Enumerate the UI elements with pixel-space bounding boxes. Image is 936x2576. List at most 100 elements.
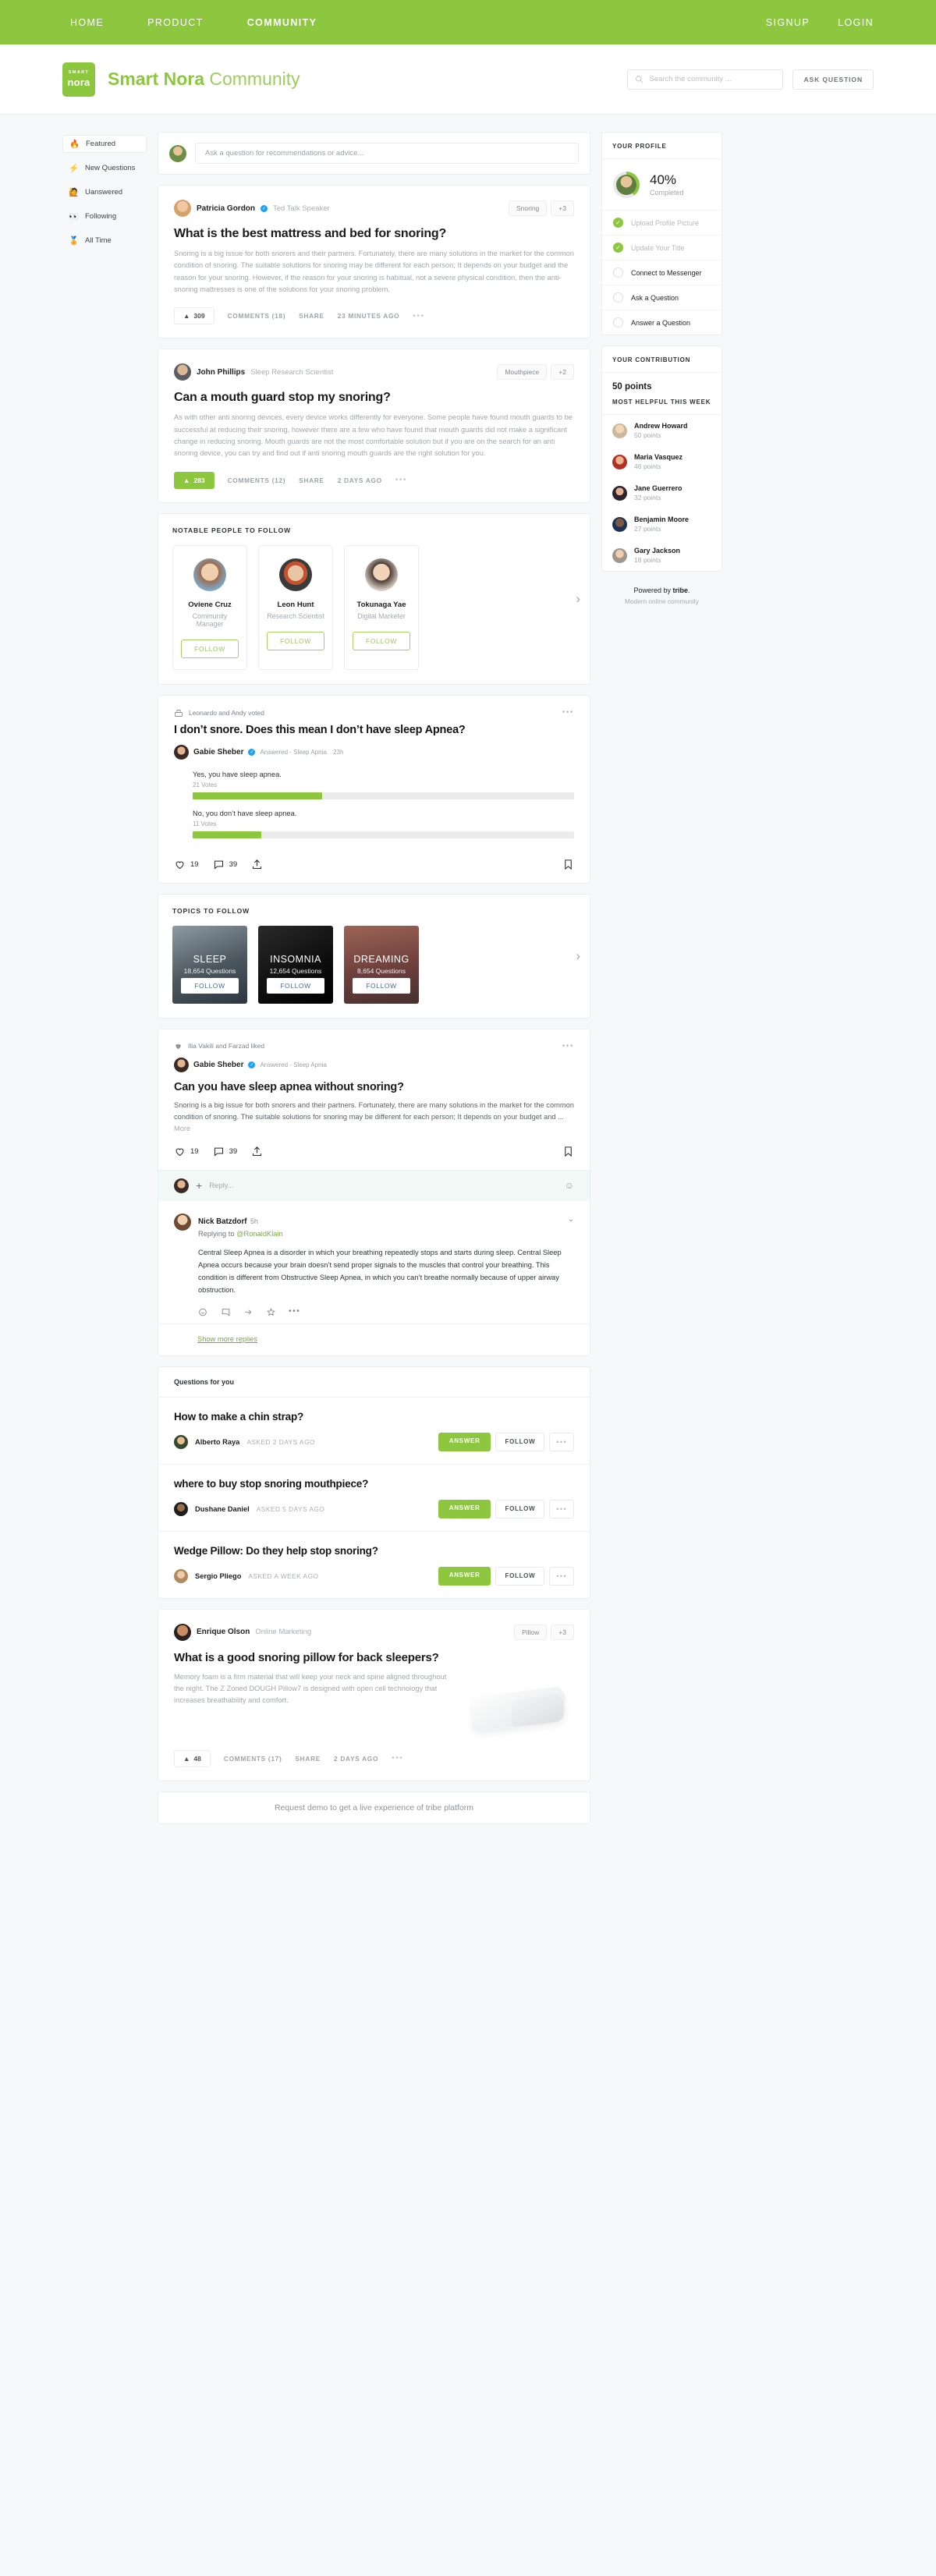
follow-button[interactable]: FOLLOW	[267, 977, 324, 994]
more-options-icon[interactable]: •••	[562, 708, 574, 717]
comments-link[interactable]: COMMENTS (17)	[224, 1755, 282, 1763]
search-input[interactable]: Search the community ...	[627, 69, 784, 90]
profile-task-upload-picture[interactable]: ✓ Upload Profile Picture	[602, 211, 722, 236]
profile-task-connect-messenger[interactable]: Connect to Messenger	[602, 260, 722, 285]
emoji-icon[interactable]: ☺	[565, 1180, 574, 1191]
star-icon[interactable]	[266, 1307, 276, 1317]
tag-more[interactable]: +2	[551, 364, 574, 381]
sidebar-item-following[interactable]: 👀 Following	[62, 207, 147, 225]
reply-bubble-icon[interactable]	[221, 1307, 231, 1317]
person-name[interactable]: Tokunaga Yae	[353, 601, 410, 609]
leaderboard-item[interactable]: Andrew Howard 50 points	[602, 415, 722, 446]
comment-button[interactable]: 39	[213, 1146, 237, 1157]
nav-link-home[interactable]: HOME	[70, 17, 104, 28]
avatar[interactable]	[174, 1501, 188, 1516]
avatar[interactable]	[174, 1057, 189, 1072]
avatar[interactable]	[174, 1434, 188, 1449]
upvote-button[interactable]: ▲ 48	[174, 1749, 211, 1767]
nav-link-community[interactable]: COMMUNITY	[247, 17, 317, 28]
poll-author-name[interactable]: Gabie Sheber	[193, 748, 243, 757]
avatar[interactable]	[174, 1568, 188, 1583]
tribe-brand[interactable]: tribe	[673, 586, 689, 594]
tag[interactable]: Mouthpiece	[497, 364, 548, 381]
answer-button[interactable]: ANSWER	[438, 1499, 491, 1518]
comment-author-name[interactable]: Nick Batzdorf	[198, 1217, 246, 1226]
post-author-name[interactable]: Gabie Sheber	[193, 1061, 243, 1069]
reply-input-placeholder[interactable]: Reply...	[209, 1182, 234, 1190]
add-reaction-icon[interactable]	[198, 1307, 208, 1317]
carousel-next-arrow-icon[interactable]: ›	[576, 948, 580, 964]
poll-option[interactable]: Yes, you have sleep apnea. 21 Votes	[193, 771, 574, 799]
more-options-icon[interactable]: •••	[549, 1432, 574, 1451]
post-author-name[interactable]: John Phillips	[197, 368, 245, 377]
avatar[interactable]	[174, 1623, 191, 1641]
share-link[interactable]: SHARE	[299, 312, 324, 320]
more-options-icon[interactable]: •••	[392, 1754, 403, 1763]
bookmark-button[interactable]	[562, 1146, 574, 1157]
sidebar-item-new-questions[interactable]: ⚡ New Questions	[62, 159, 147, 177]
post-title[interactable]: What is the best mattress and bed for sn…	[174, 227, 574, 241]
bookmark-button[interactable]	[562, 859, 574, 870]
show-more-replies-link[interactable]: Show more replies	[158, 1323, 590, 1355]
poll-option[interactable]: No, you don’t have sleep apnea. 11 Votes	[193, 810, 574, 838]
comments-link[interactable]: COMMENTS (18)	[228, 312, 286, 320]
sidebar-item-featured[interactable]: 🔥 Featured	[62, 135, 147, 153]
question-title[interactable]: How to make a chin strap?	[174, 1411, 574, 1423]
avatar[interactable]	[174, 744, 189, 760]
upvote-button-active[interactable]: ▲ 283	[174, 471, 214, 489]
avatar[interactable]	[174, 200, 191, 217]
answer-button[interactable]: ANSWER	[438, 1432, 491, 1451]
tag[interactable]: Snoring	[508, 200, 548, 216]
post-title[interactable]: Can a mouth guard stop my snoring?	[174, 391, 574, 405]
tag-more[interactable]: +3	[551, 200, 574, 216]
share-link[interactable]: SHARE	[299, 477, 324, 484]
leaderboard-item[interactable]: Benjamin Moore 27 points	[602, 508, 722, 540]
follow-button[interactable]: FOLLOW	[495, 1499, 545, 1518]
post-author-name[interactable]: Patricia Gordon	[197, 204, 255, 213]
ask-question-input[interactable]: Ask a question for recommendations or ad…	[195, 143, 579, 164]
post-title[interactable]: What is a good snoring pillow for back s…	[174, 1651, 574, 1664]
more-options-icon[interactable]: •••	[395, 476, 407, 484]
follow-button[interactable]: FOLLOW	[353, 631, 410, 650]
ask-question-button[interactable]: ASK QUESTION	[792, 69, 874, 90]
avatar[interactable]	[174, 1213, 191, 1231]
follow-button[interactable]: FOLLOW	[495, 1566, 545, 1586]
share-button[interactable]	[251, 1146, 263, 1157]
more-options-icon[interactable]: •••	[549, 1499, 574, 1518]
tag-more[interactable]: +3	[551, 1624, 574, 1640]
profile-task-ask-question[interactable]: Ask a Question	[602, 285, 722, 310]
nav-link-product[interactable]: PRODUCT	[147, 17, 204, 28]
follow-button[interactable]: FOLLOW	[181, 639, 239, 658]
chevron-down-icon[interactable]: ⌄	[568, 1215, 574, 1224]
share-link[interactable]: SHARE	[295, 1755, 321, 1763]
follow-button[interactable]: FOLLOW	[267, 631, 324, 650]
request-demo-banner[interactable]: Request demo to get a live experience of…	[158, 1791, 590, 1824]
question-title[interactable]: Wedge Pillow: Do they help stop snoring?	[174, 1545, 574, 1557]
sidebar-item-all-time[interactable]: 🏅 All Time	[62, 232, 147, 250]
share-button[interactable]	[251, 859, 263, 870]
comment-button[interactable]: 39	[213, 859, 237, 870]
leaderboard-item[interactable]: Maria Vasquez 46 points	[602, 446, 722, 477]
topic-card[interactable]: DREAMING 8,654 Questions FOLLOW	[344, 925, 419, 1004]
read-more-link[interactable]: More	[174, 1125, 190, 1132]
add-attachment-icon[interactable]: +	[196, 1179, 202, 1192]
leaderboard-item[interactable]: Jane Guerrero 32 points	[602, 477, 722, 508]
follow-button[interactable]: FOLLOW	[353, 977, 410, 994]
smart-nora-logo-icon[interactable]: SMART nora	[62, 62, 95, 97]
like-button[interactable]: 19	[174, 859, 199, 870]
topic-card[interactable]: SLEEP 18,654 Questions FOLLOW	[172, 925, 247, 1004]
tag[interactable]: Pillow	[514, 1624, 548, 1640]
question-title[interactable]: where to buy stop snoring mouthpiece?	[174, 1478, 574, 1490]
forward-arrow-icon[interactable]	[243, 1307, 254, 1317]
topic-card[interactable]: INSOMNIA 12,654 Questions FOLLOW	[258, 925, 333, 1004]
answer-button[interactable]: ANSWER	[438, 1566, 491, 1586]
profile-task-answer-question[interactable]: Answer a Question	[602, 310, 722, 335]
question-author[interactable]: Sergio Pliego	[195, 1572, 241, 1580]
more-options-icon[interactable]: •••	[413, 312, 424, 321]
more-options-icon[interactable]: •••	[562, 1042, 574, 1051]
ask-question-composer[interactable]: Ask a question for recommendations or ad…	[158, 132, 590, 175]
reply-composer[interactable]: + Reply... ☺	[158, 1169, 590, 1201]
person-name[interactable]: Oviene Cruz	[181, 601, 239, 609]
carousel-next-arrow-icon[interactable]: ›	[576, 591, 580, 607]
person-name[interactable]: Leon Hunt	[267, 601, 324, 609]
